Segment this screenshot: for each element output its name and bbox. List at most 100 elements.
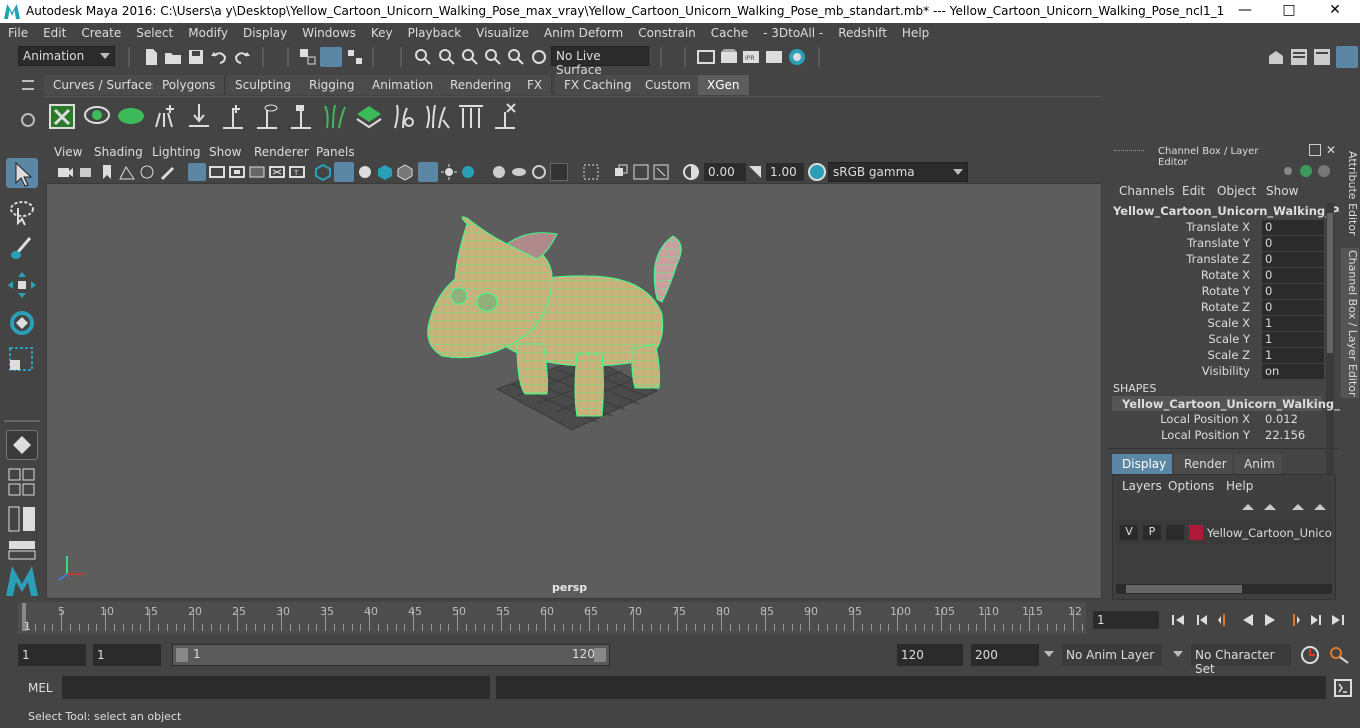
shelf-settings-gear-icon[interactable] (21, 113, 35, 127)
live-surface-field[interactable]: No Live Surface (551, 46, 649, 77)
panel-grip[interactable] (1114, 150, 1144, 152)
float-panel-icon[interactable] (1309, 144, 1321, 156)
attribute-editor-tab[interactable]: Attribute Editor (1341, 150, 1359, 236)
four-view-layout-button[interactable] (8, 468, 36, 498)
maximize-button[interactable]: □ (1274, 2, 1304, 20)
camera-icon[interactable] (56, 163, 74, 181)
shelf-tab-fx[interactable]: FX (518, 75, 553, 95)
2d-pan-zoom-icon[interactable] (138, 163, 156, 181)
menu-cache[interactable]: Cache (703, 23, 755, 40)
chevron-down-icon[interactable] (1173, 651, 1183, 657)
menu-constrain[interactable]: Constrain (630, 23, 703, 40)
rotate-tool-button[interactable] (6, 308, 38, 338)
layer-playback-toggle[interactable]: P (1143, 525, 1161, 540)
layer-tab-anim[interactable]: Anim (1234, 454, 1282, 474)
color-management-toggle-icon[interactable] (808, 163, 826, 181)
menu-redshift[interactable]: Redshift (830, 23, 894, 40)
lasso-tool-button[interactable] (6, 198, 38, 228)
attr-translate-x-value[interactable]: 0 (1262, 220, 1324, 235)
auto-key-icon[interactable] (1300, 645, 1320, 665)
viewport-menu-show[interactable]: Show (209, 145, 241, 159)
playback-start-field[interactable]: 1 (93, 644, 161, 666)
render-frame-icon[interactable] (720, 48, 738, 66)
attr-translate-y[interactable]: Translate Y0 (1110, 236, 1326, 252)
snap-point-icon[interactable] (461, 48, 479, 66)
attr-local-position-x[interactable]: Local Position X 0.012 (1110, 412, 1326, 428)
viewport-menu-shading[interactable]: Shading (94, 145, 143, 159)
xgen-density-icon[interactable] (355, 102, 383, 130)
channel-box-toggle-icon[interactable] (1336, 46, 1358, 68)
safe-action-icon[interactable]: T (288, 163, 306, 181)
select-hierarchy-icon[interactable] (299, 48, 317, 66)
color-space-dropdown[interactable]: sRGB gamma (828, 162, 968, 182)
smooth-shade-icon[interactable] (334, 162, 354, 182)
xray-active-components-icon[interactable] (632, 163, 650, 181)
snap-surface-icon[interactable] (507, 48, 525, 66)
show-menu[interactable]: Show (1266, 184, 1298, 198)
graph-layout-button[interactable] (8, 540, 36, 560)
step-back-key-icon[interactable] (1194, 612, 1210, 628)
xray-joints-icon[interactable] (612, 163, 630, 181)
attr-local-position-y-value[interactable]: 22.156 (1262, 428, 1324, 443)
attr-rotate-x-value[interactable]: 0 (1262, 268, 1324, 283)
viewport-menu-renderer[interactable]: Renderer (254, 145, 309, 159)
go-to-end-icon[interactable] (1330, 612, 1346, 628)
help-menu[interactable]: Help (1226, 479, 1253, 493)
shelf-tab-sculpting[interactable]: Sculpting (226, 75, 302, 95)
anim-layer-field[interactable]: No Anim Layer (1062, 644, 1162, 666)
attr-translate-y-value[interactable]: 0 (1262, 236, 1324, 251)
ambient-occlusion-icon[interactable] (490, 163, 508, 181)
camera-attributes-icon[interactable] (78, 163, 96, 181)
move-tool-button[interactable] (6, 270, 38, 300)
frame-selected-icon[interactable] (652, 163, 670, 181)
gamma-icon[interactable] (746, 163, 764, 181)
shelf-tab-xgen[interactable]: XGen (698, 75, 750, 95)
attr-translate-x[interactable]: Translate X0 (1110, 220, 1326, 236)
attr-rotate-z-value[interactable]: 0 (1262, 300, 1324, 315)
film-gate-icon[interactable] (208, 163, 226, 181)
use-default-material-icon[interactable] (356, 163, 374, 181)
range-start-handle[interactable] (176, 648, 188, 662)
viewport-menu-panels[interactable]: Panels (316, 145, 355, 159)
exposure-field[interactable]: 0.00 (704, 163, 746, 181)
attr-scale-z[interactable]: Scale Z1 (1110, 348, 1326, 364)
minimize-button[interactable]: — (1230, 2, 1260, 20)
shelf-tab-animation[interactable]: Animation (363, 75, 444, 95)
viewport-menu-lighting[interactable]: Lighting (152, 145, 201, 159)
motion-blur-icon[interactable] (510, 163, 528, 181)
tool-settings-toggle-icon[interactable] (1313, 48, 1331, 66)
menu-key[interactable]: Key (363, 23, 400, 40)
xgen-sculpt-guide-icon[interactable] (389, 102, 417, 130)
snap-curve-icon[interactable] (438, 48, 456, 66)
new-scene-icon[interactable] (142, 48, 160, 66)
layer-visibility-toggle[interactable]: V (1120, 525, 1138, 540)
layers-menu[interactable]: Layers (1122, 479, 1162, 493)
paint-select-tool-button[interactable] (6, 234, 38, 264)
attr-local-position-y[interactable]: Local Position Y 22.156 (1110, 428, 1326, 444)
layer-color-swatch[interactable] (1189, 525, 1203, 540)
use-all-lights-icon[interactable] (440, 163, 458, 181)
xgen-preview-icon[interactable] (83, 102, 111, 130)
attr-rotate-x[interactable]: Rotate X0 (1110, 268, 1326, 284)
end-time-field[interactable]: 200 (971, 644, 1039, 666)
shadows-icon[interactable] (460, 163, 478, 181)
close-panel-icon[interactable]: ✕ (1324, 143, 1338, 157)
layer-tab-display[interactable]: Display (1112, 454, 1172, 474)
menu-playback[interactable]: Playback (400, 23, 469, 40)
attr-rotate-y-value[interactable]: 0 (1262, 284, 1324, 299)
playback-end-field[interactable]: 120 (897, 644, 963, 666)
channels-menu[interactable]: Channels (1119, 184, 1175, 198)
scrollbar-thumb[interactable] (1327, 213, 1333, 353)
mode-dropdown[interactable]: Animation (18, 46, 115, 66)
outliner-layout-button[interactable] (8, 506, 36, 532)
shelf-tab-custom[interactable]: Custom (636, 75, 701, 95)
render-settings-icon[interactable] (765, 48, 783, 66)
shelf-tab-rendering[interactable]: Rendering (441, 75, 522, 95)
attr-rotate-y[interactable]: Rotate Y0 (1110, 284, 1326, 300)
textured-icon[interactable] (418, 162, 438, 182)
select-object-mode-icon[interactable] (320, 47, 342, 67)
attr-scale-y[interactable]: Scale Y1 (1110, 332, 1326, 348)
perspective-viewport[interactable]: persp (46, 183, 1102, 599)
select-component-icon[interactable] (346, 48, 364, 66)
current-frame-field[interactable]: 1 (1093, 611, 1159, 629)
